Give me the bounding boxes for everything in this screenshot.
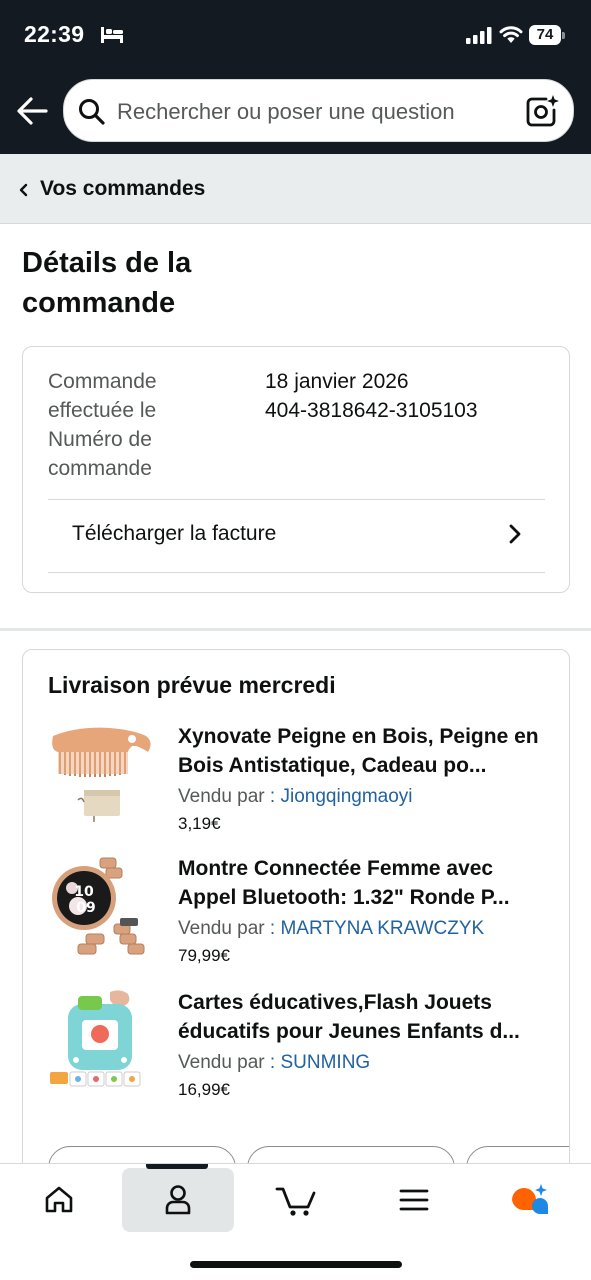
order-info-card: Commande effectuée le Numéro de commande… [22, 346, 570, 593]
order-number-value: 404-3818642-3105103 [265, 399, 478, 422]
order-date-label: Commande effectuée le [48, 370, 157, 422]
camera-sparkle-icon[interactable] [526, 94, 560, 128]
search-bar[interactable]: Rechercher ou poser une question [63, 79, 574, 142]
seller-link[interactable]: : Jiongqingmaoyi [270, 786, 413, 807]
app-header: 22:39 74 Rechercher ou poser une questio… [0, 0, 591, 154]
order-item[interactable]: Xynovate Peigne en Bois, Peigne en Bois … [23, 722, 569, 842]
seller-prefix: Vendu par [178, 786, 265, 807]
signal-icon [466, 27, 492, 44]
seller-link[interactable]: : MARTYNA KRAWCZYK [270, 918, 484, 939]
section-separator [0, 628, 591, 631]
arrow-left-icon[interactable] [16, 96, 48, 126]
item-seller: Vendu par : Jiongqingmaoyi [178, 784, 548, 810]
nav-menu[interactable] [358, 1168, 470, 1232]
item-price: 16,99€ [178, 1080, 230, 1099]
order-info-labels: Commande effectuée le Numéro de commande [48, 367, 228, 483]
watch-minute: 09 [76, 900, 95, 916]
item-price: 79,99€ [178, 946, 230, 965]
seller-prefix: Vendu par [178, 1052, 265, 1073]
item-title[interactable]: Montre Connectée Femme avec Appel Blueto… [178, 854, 548, 912]
seller-prefix: Vendu par [178, 918, 265, 939]
page-title: Détails de la commande [22, 247, 192, 319]
nav-account[interactable] [122, 1168, 234, 1232]
nav-cart[interactable] [240, 1168, 352, 1232]
order-item[interactable]: Cartes éducatives,Flash Jouets éducatifs… [23, 988, 569, 1108]
order-info-values: 18 janvier 2026 404-3818642-3105103 [265, 367, 478, 425]
home-icon [45, 1186, 73, 1213]
rufus-assistant-icon [512, 1184, 548, 1214]
download-invoice-label[interactable]: Télécharger la facture [72, 522, 276, 546]
item-details: Montre Connectée Femme avec Appel Blueto… [178, 854, 548, 968]
nav-home[interactable] [3, 1168, 115, 1232]
home-indicator [190, 1261, 402, 1268]
wooden-comb-image[interactable] [48, 722, 156, 830]
item-price: 3,19€ [178, 814, 221, 833]
search-icon [79, 99, 105, 125]
battery-icon: 74 [529, 25, 561, 45]
smartwatch-image[interactable]: 10 09 [48, 854, 156, 962]
seller-link[interactable]: : SUNMING [270, 1052, 370, 1073]
active-tab-indicator [146, 1164, 208, 1169]
order-number-label: Numéro de commande [48, 428, 152, 480]
breadcrumb-label[interactable]: Vos commandes [40, 177, 205, 201]
download-invoice-row[interactable]: Télécharger la facture [48, 500, 545, 572]
person-icon [165, 1185, 191, 1215]
delivery-title: Livraison prévue mercredi [48, 672, 336, 698]
item-details: Xynovate Peigne en Bois, Peigne en Bois … [178, 722, 548, 836]
breadcrumb[interactable]: Vos commandes [0, 154, 591, 224]
bottom-navigation [0, 1163, 591, 1280]
wifi-icon [499, 26, 523, 43]
item-details: Cartes éducatives,Flash Jouets éducatifs… [178, 988, 548, 1102]
cart-icon [275, 1187, 316, 1216]
order-date-value: 18 janvier 2026 [265, 370, 409, 393]
item-title[interactable]: Xynovate Peigne en Bois, Peigne en Bois … [178, 722, 548, 780]
watch-hour: 10 [74, 884, 94, 900]
item-seller: Vendu par : MARTYNA KRAWCZYK [178, 916, 548, 942]
chevron-left-icon [19, 183, 28, 197]
battery-tip [562, 32, 565, 39]
nav-rufus[interactable] [474, 1168, 586, 1232]
order-item[interactable]: 10 09 Montre Connectée Femme avec Appel … [23, 854, 569, 974]
item-seller: Vendu par : SUNMING [178, 1050, 548, 1076]
search-input[interactable]: Rechercher ou poser une question [117, 99, 455, 125]
status-time: 22:39 [24, 21, 85, 47]
bed-icon [101, 27, 123, 43]
hamburger-icon [399, 1189, 429, 1211]
item-title[interactable]: Cartes éducatives,Flash Jouets éducatifs… [178, 988, 548, 1046]
divider [48, 572, 545, 573]
chevron-right-icon [509, 524, 521, 544]
flash-cards-toy-image[interactable] [48, 988, 156, 1096]
